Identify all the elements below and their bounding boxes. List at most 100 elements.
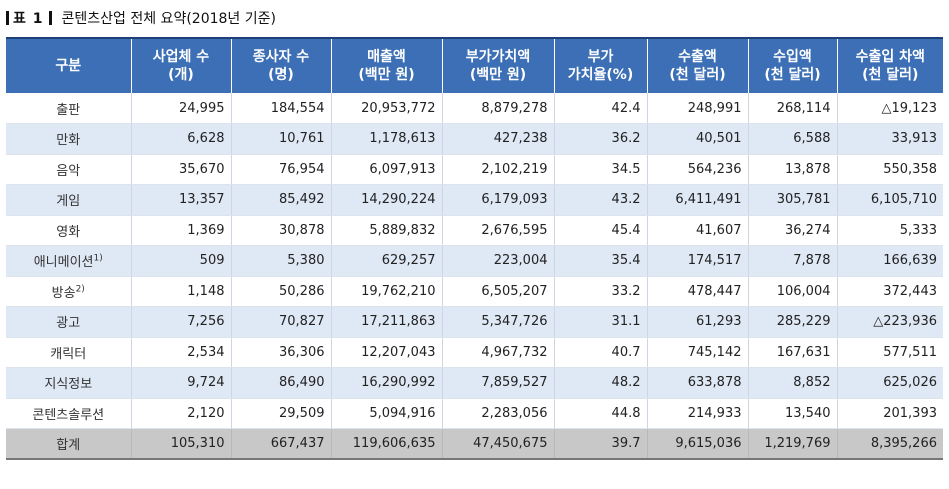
table-cell: 8,852 — [747, 367, 837, 399]
column-header-line2: (개) — [168, 67, 194, 83]
table-cell: 6,588 — [747, 123, 837, 155]
header-row: 구분 사업체 수 (개) 종사자 수 (명) 매출액 (백만 원) 부가가치액 (백만 원) 부가… — [6, 37, 943, 93]
column-header: 부가가치율(%) — [553, 37, 647, 93]
row-category: 게임 — [6, 184, 131, 216]
table-cell: 1,178,613 — [330, 123, 442, 155]
column-header-line1: 매출액 — [367, 49, 406, 65]
table-row: 출판 24,995 184,554 20,953,772 8,879,278 42.4 24… — [6, 93, 943, 124]
row-category: 애니메이션1) — [6, 245, 131, 277]
row-category: 광고 — [6, 306, 131, 338]
row-category-label: 방송 — [51, 285, 76, 301]
table-cell: 478,447 — [646, 276, 748, 307]
table-cell: 70,827 — [230, 306, 331, 338]
column-header-line1: 부가가치액 — [465, 49, 531, 65]
row-category: 음악 — [6, 154, 131, 185]
table-cell: 33.2 — [553, 276, 647, 307]
column-header-line1: 부가 — [587, 49, 614, 65]
column-header-line1: 사업체 수 — [152, 49, 210, 65]
table-cell: 19,762,210 — [330, 276, 442, 307]
row-category: 콘텐츠솔루션 — [6, 398, 131, 429]
table-cell: 35.4 — [553, 245, 647, 277]
table-cell: 40,501 — [646, 123, 748, 155]
table-cell: 268,114 — [747, 93, 837, 124]
table-cell: 629,257 — [330, 245, 442, 277]
table-cell: 201,393 — [836, 398, 943, 429]
table-cell: 86,490 — [230, 367, 331, 399]
total-cell: 119,606,635 — [330, 428, 442, 460]
column-header-line2: (천 달러) — [764, 67, 821, 83]
table-caption: 표 1 콘텐츠산업 전체 요약(2018년 기준) — [6, 6, 276, 30]
table-cell: 20,953,772 — [330, 93, 442, 124]
row-category: 지식정보 — [6, 367, 131, 399]
table-cell: 29,509 — [230, 398, 331, 429]
table-cell: 36,274 — [747, 215, 837, 246]
total-label: 합계 — [6, 428, 131, 460]
row-category-label: 영화 — [56, 224, 81, 240]
total-cell: 8,395,266 — [836, 428, 943, 460]
table-cell: 214,933 — [646, 398, 748, 429]
table-cell: 2,676,595 — [441, 215, 554, 246]
table-cell: 35,670 — [130, 154, 231, 185]
row-category: 방송2) — [6, 276, 131, 307]
table-row: 게임 13,357 85,492 14,290,224 6,179,093 43.2 6,4… — [6, 184, 943, 216]
table-cell: 14,290,224 — [330, 184, 442, 216]
table-cell: 174,517 — [646, 245, 748, 277]
table-cell: 2,102,219 — [441, 154, 554, 185]
row-category: 캐릭터 — [6, 337, 131, 368]
table-cell: 12,207,043 — [330, 337, 442, 368]
table-cell: 248,991 — [646, 93, 748, 124]
row-category: 영화 — [6, 215, 131, 246]
row-category-label: 콘텐츠솔루션 — [32, 407, 105, 423]
column-header-line2: (백만 원) — [358, 67, 415, 83]
table-cell: 184,554 — [230, 93, 331, 124]
table-cell: 2,283,056 — [441, 398, 554, 429]
table-cell: 4,967,732 — [441, 337, 554, 368]
table-cell: 625,026 — [836, 367, 943, 399]
table-row: 광고 7,256 70,827 17,211,863 5,347,726 31.1 61,2… — [6, 306, 943, 338]
table-cell: 285,229 — [747, 306, 837, 338]
row-category-label: 광고 — [56, 316, 81, 332]
table-cell: 44.8 — [553, 398, 647, 429]
summary-table: 구분 사업체 수 (개) 종사자 수 (명) 매출액 (백만 원) 부가가치액 (백만 원) 부가… — [6, 37, 943, 460]
table-cell: 6,097,913 — [330, 154, 442, 185]
column-header: 구분 — [6, 37, 131, 93]
table-row: 영화 1,369 30,878 5,889,832 2,676,595 45.4 41,60… — [6, 215, 943, 246]
column-header: 수출액 (천 달러) — [646, 37, 748, 93]
table-cell: 6,105,710 — [836, 184, 943, 216]
caption-bar-right — [48, 11, 52, 25]
column-header-line1: 수출입 차액 — [855, 49, 925, 65]
column-header: 매출액 (백만 원) — [330, 37, 442, 93]
table-cell: 6,411,491 — [646, 184, 748, 216]
table-row: 캐릭터 2,534 36,306 12,207,043 4,967,732 40.7 745… — [6, 337, 943, 368]
row-category: 출판 — [6, 93, 131, 124]
table-cell: 427,238 — [441, 123, 554, 155]
column-header: 수입액 (천 달러) — [747, 37, 837, 93]
column-header: 사업체 수 (개) — [130, 37, 231, 93]
caption-bar-left — [6, 11, 9, 25]
total-cell: 39.7 — [553, 428, 647, 460]
table-cell: 13,878 — [747, 154, 837, 185]
row-category-label: 캐릭터 — [50, 346, 87, 362]
total-cell: 105,310 — [130, 428, 231, 460]
table-cell: 633,878 — [646, 367, 748, 399]
table-cell: 2,120 — [130, 398, 231, 429]
table-cell: 6,505,207 — [441, 276, 554, 307]
table-cell: 745,142 — [646, 337, 748, 368]
table-cell: 509 — [130, 245, 231, 277]
caption-title: 콘텐츠산업 전체 요약(2018년 기준) — [61, 11, 276, 27]
table-cell: 61,293 — [646, 306, 748, 338]
table-cell: 33,913 — [836, 123, 943, 155]
table-cell: 167,631 — [747, 337, 837, 368]
table-cell: 166,639 — [836, 245, 943, 277]
footnote-marker: 2) — [75, 284, 85, 295]
table-cell: 31.1 — [553, 306, 647, 338]
table-cell: 16,290,992 — [330, 367, 442, 399]
table-cell: 5,347,726 — [441, 306, 554, 338]
table-cell: 372,443 — [836, 276, 943, 307]
row-category-label: 출판 — [56, 102, 81, 118]
table-cell: 36,306 — [230, 337, 331, 368]
table-cell: 8,879,278 — [441, 93, 554, 124]
footnote-marker: 1) — [93, 253, 103, 264]
table-cell: 223,004 — [441, 245, 554, 277]
column-header-line2: 가치율(%) — [567, 67, 634, 83]
